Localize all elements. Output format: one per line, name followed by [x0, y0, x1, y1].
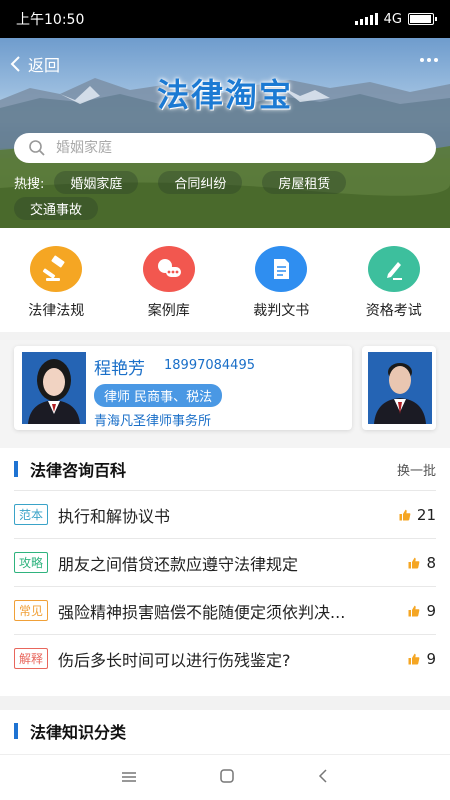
quick-link-label: 案例库	[147, 303, 190, 319]
lawyer-carousel[interactable]: 程艳芳 18997084495 律师 民商事、税法 青海凡圣律师事务所	[0, 340, 450, 448]
lawyer-avatar	[368, 352, 432, 424]
chat-dots-icon	[142, 246, 195, 292]
thumbs-up-icon	[408, 653, 420, 665]
lawyer-name: 程艳芳	[94, 359, 145, 379]
list-item[interactable]: 攻略 朋友之间借贷还款应遵守法律规定 8	[14, 538, 436, 586]
status-bar: 上午10:50 4G	[0, 0, 450, 38]
lawyer-firm: 青海凡圣律师事务所	[94, 414, 212, 429]
search-icon	[29, 140, 45, 156]
legal-encyclopedia-section: 法律咨询百科 换一批 范本 执行和解协议书 21 攻略 朋友之间借贷还款应遵守法律规定 8…	[0, 448, 450, 696]
system-nav-bar	[0, 754, 450, 800]
search-input[interactable]	[56, 140, 396, 156]
like-count: 9	[426, 602, 436, 620]
hot-tag[interactable]: 交通事故	[14, 197, 99, 220]
like-count: 9	[426, 650, 436, 668]
quick-link-label: 法律法规	[28, 303, 85, 319]
gavel-icon	[30, 246, 83, 292]
quick-links: 法律法规 案例库 裁判文书 资格考试	[0, 228, 450, 332]
back-icon[interactable]	[317, 768, 329, 788]
legal-knowledge-section: 法律知识分类	[0, 710, 450, 754]
hero-banner: 返回 法律淘宝 热搜: 婚姻家庭 合同纠纷 房屋租赁 交通事故	[0, 38, 450, 228]
question-title: 执行和解协议书	[58, 506, 171, 526]
edit-icon	[367, 246, 420, 292]
question-title: 伤后多长时间可以进行伤残鉴定?	[58, 650, 291, 670]
category-badge: 解释	[14, 648, 49, 669]
thumbs-up-icon	[408, 605, 420, 617]
category-badge: 常见	[14, 600, 49, 621]
lawyer-card[interactable]	[362, 346, 436, 430]
page-title: 法律淘宝	[156, 76, 293, 114]
hot-tag[interactable]: 合同纠纷	[158, 171, 243, 194]
quick-link-judgments[interactable]: 裁判文书	[231, 246, 331, 332]
status-time: 上午10:50	[16, 12, 85, 28]
question-title: 强险精神损害赔偿不能随便定须依判决...	[58, 602, 346, 622]
lawyer-avatar	[22, 352, 86, 424]
document-icon	[255, 246, 308, 292]
hot-tag[interactable]: 房屋租赁	[262, 171, 347, 194]
category-badge: 攻略	[14, 552, 49, 573]
question-title: 朋友之间借贷还款应遵守法律规定	[58, 554, 299, 574]
more-icon[interactable]	[420, 58, 438, 62]
quick-link-cases[interactable]: 案例库	[119, 246, 219, 332]
lawyer-card[interactable]: 程艳芳 18997084495 律师 民商事、税法 青海凡圣律师事务所	[14, 346, 352, 430]
quick-link-laws[interactable]: 法律法规	[6, 246, 106, 332]
quick-link-label: 裁判文书	[253, 303, 310, 319]
section-title: 法律咨询百科	[30, 461, 127, 480]
thumbs-up-icon	[399, 509, 411, 521]
list-item[interactable]: 范本 执行和解协议书 21	[14, 490, 436, 538]
search-box[interactable]	[14, 133, 436, 163]
quick-link-exams[interactable]: 资格考试	[344, 246, 444, 332]
home-icon[interactable]	[219, 768, 235, 788]
lawyer-phone[interactable]: 18997084495	[164, 358, 255, 373]
list-item[interactable]: 解释 伤后多长时间可以进行伤残鉴定? 9	[14, 634, 436, 682]
section-title: 法律知识分类	[30, 723, 127, 742]
refresh-button[interactable]: 换一批	[397, 460, 436, 479]
hot-search-label: 热搜:	[14, 177, 45, 192]
quick-link-label: 资格考试	[365, 303, 422, 319]
list-item[interactable]: 常见 强险精神损害赔偿不能随便定须依判决... 9	[14, 586, 436, 634]
hot-tag[interactable]: 婚姻家庭	[54, 171, 139, 194]
hot-search: 热搜: 婚姻家庭 合同纠纷 房屋租赁 交通事故	[14, 171, 347, 223]
like-count: 21	[416, 506, 436, 524]
category-badge: 范本	[14, 504, 49, 525]
like-count: 8	[426, 554, 436, 572]
signal-icon	[354, 13, 378, 25]
battery-icon	[408, 13, 437, 25]
network-type: 4G	[383, 11, 402, 27]
menu-icon[interactable]	[121, 768, 137, 787]
lawyer-specialty-badge: 律师 民商事、税法	[94, 384, 223, 407]
thumbs-up-icon	[408, 557, 420, 569]
